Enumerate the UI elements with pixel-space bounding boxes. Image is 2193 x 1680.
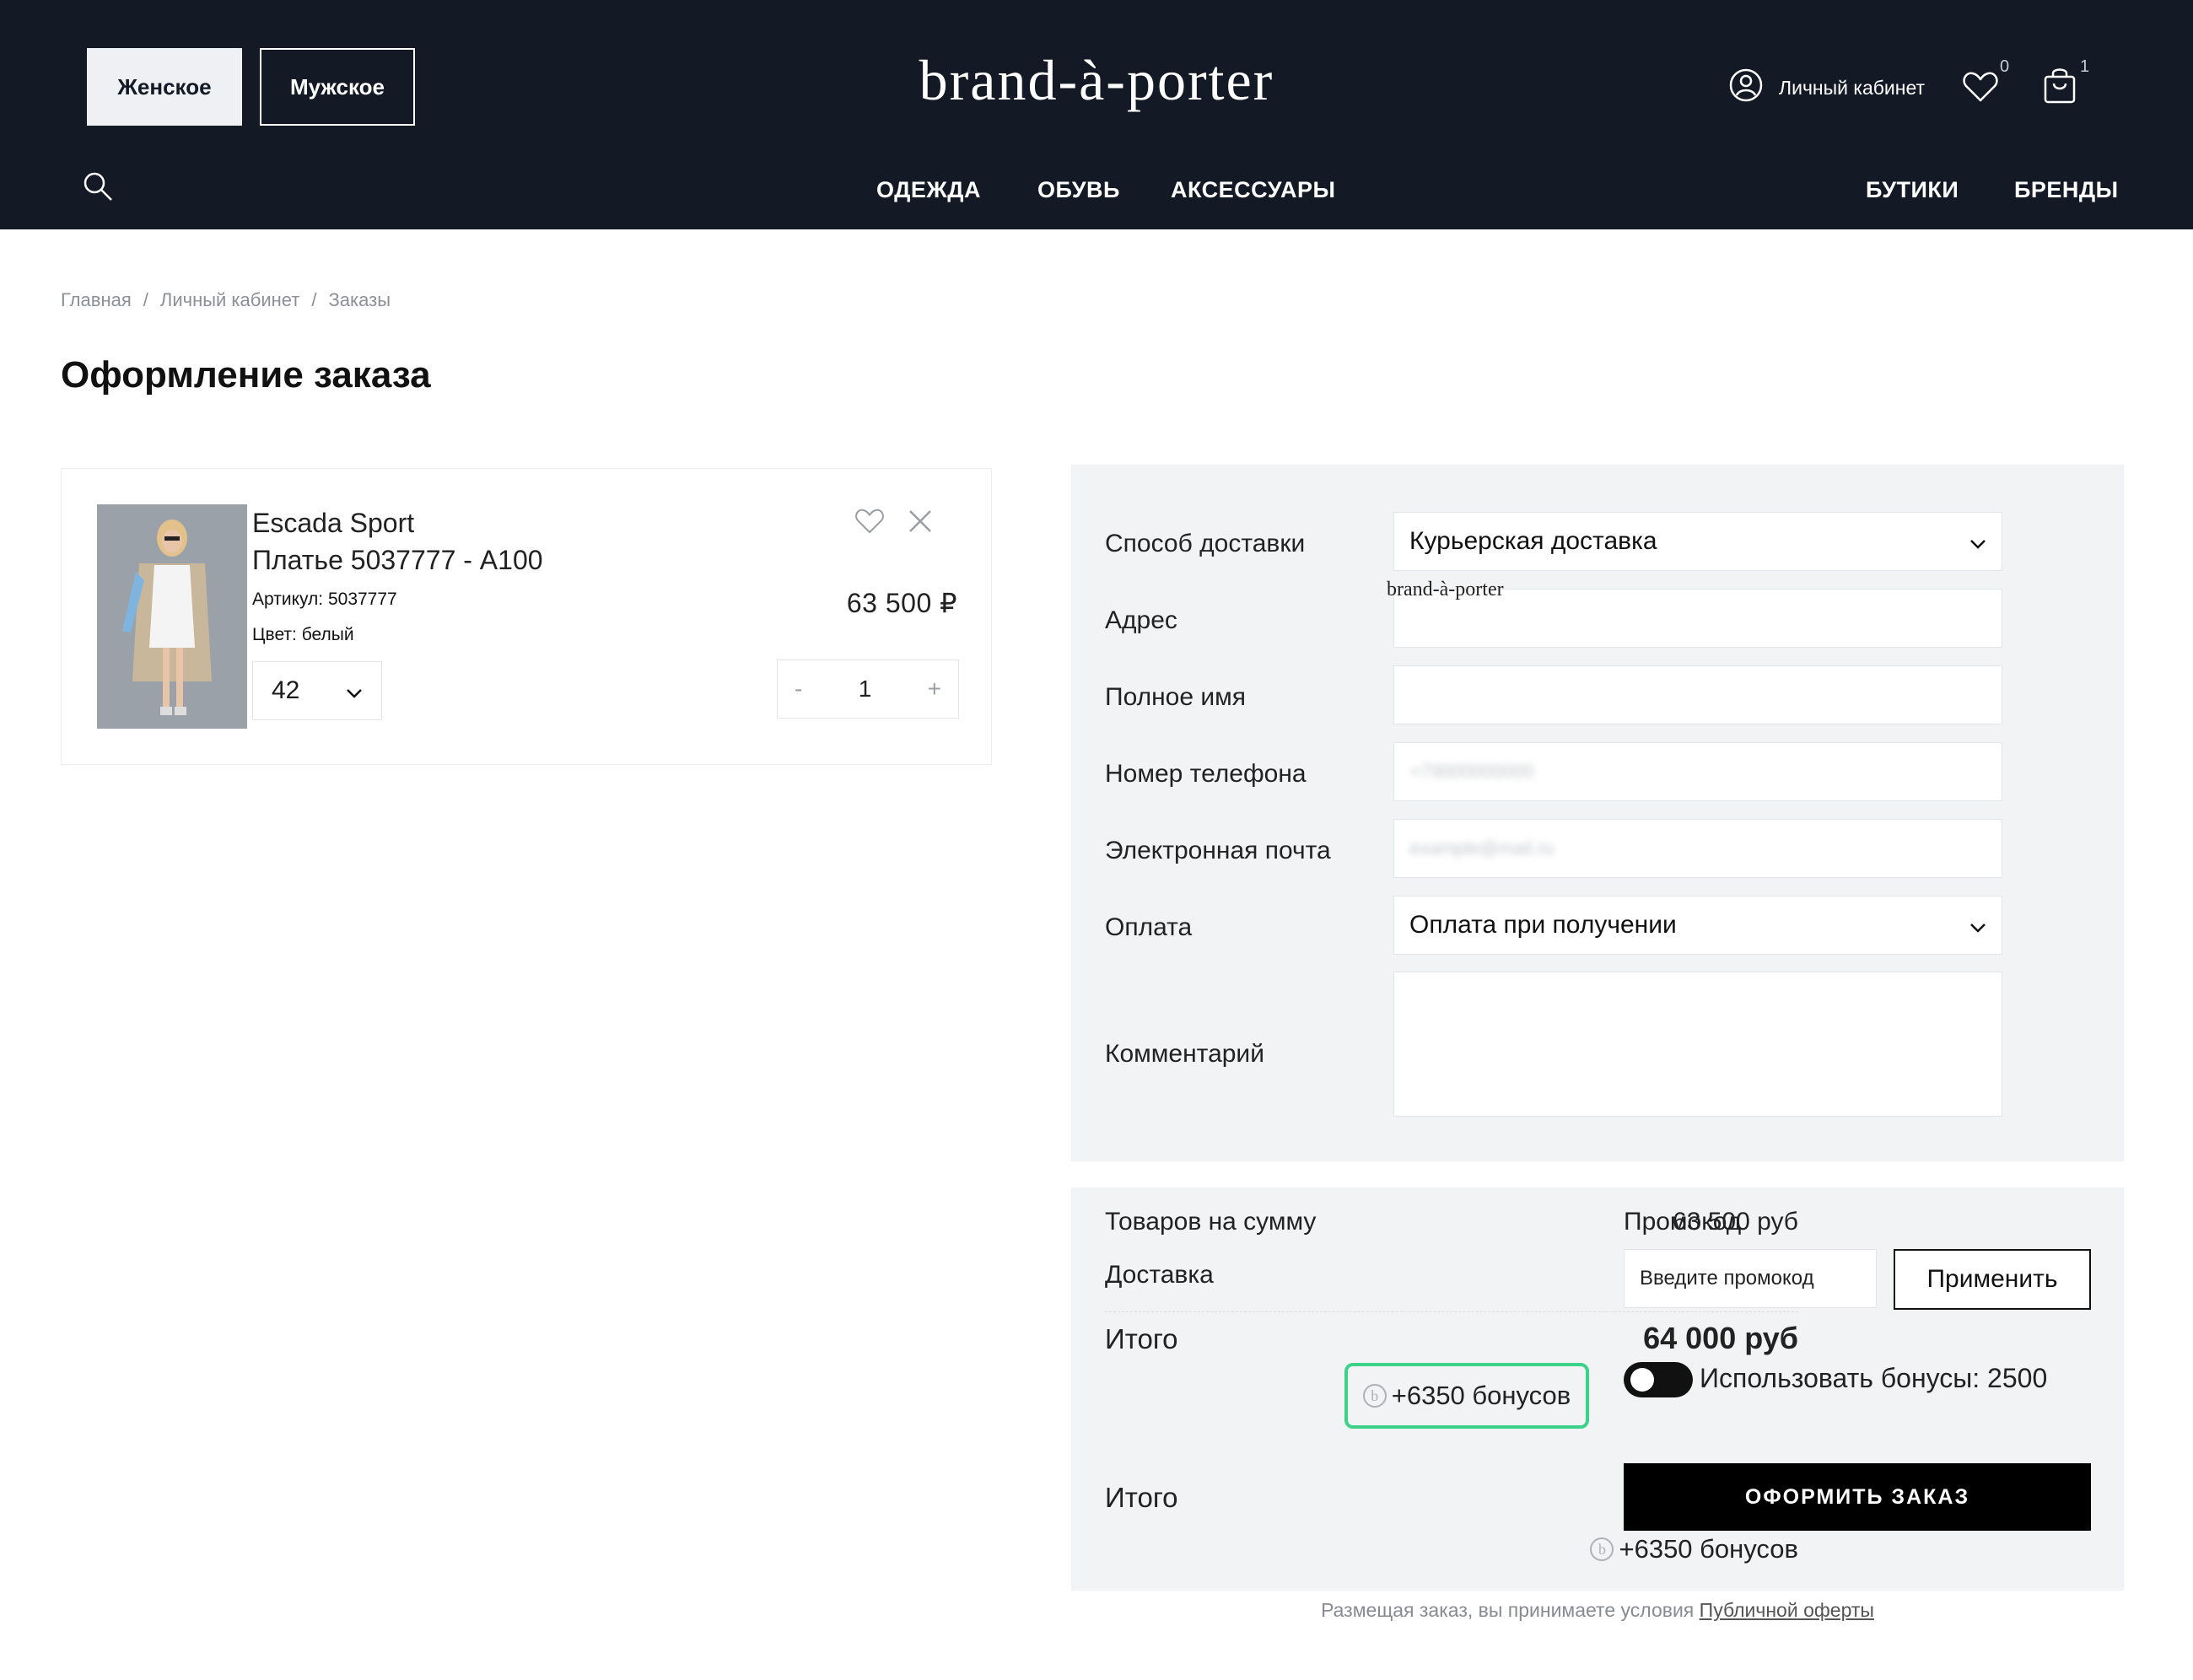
place-order-button[interactable]: ОФОРМИТЬ ЗАКАЗ [1624,1463,2091,1531]
terms-text: Размещая заказ, вы принимаете условия [1321,1599,1700,1621]
product-brand: Escada Sport [252,508,415,538]
site-header: Женское Мужское brand-à-porter Личный ка… [0,0,2193,229]
delivery-method-label: Способ доставки [1105,530,1306,557]
cart-counter: 1 [2080,57,2090,76]
order-summary: Товаров на сумму 63 500 руб Доставка 500… [1071,1187,2124,1591]
apply-promo-button[interactable]: Применить [1894,1249,2091,1310]
bonus-coin-icon: b [1590,1537,1614,1561]
breadcrumb-orders[interactable]: Заказы [329,289,391,311]
delivery-cost-label: Доставка [1105,1261,1214,1289]
payment-label: Оплата [1105,913,1193,941]
promo-label: Промокод [1624,1208,1742,1236]
wishlist-counter: 0 [2000,57,2010,76]
product-title[interactable]: Escada Sport Платье 5037777 - A100 [252,504,543,579]
promo-placeholder: Введите промокод [1640,1267,1814,1290]
nav-accessories[interactable]: АКСЕССУАРЫ [1171,177,1335,203]
payment-value: Оплата при получении [1409,911,1677,939]
checkout-form: Способ доставки Курьерская доставка Адре… [1071,465,2124,1161]
phone-label: Номер телефона [1105,760,1307,788]
heart-icon [854,509,885,538]
heart-icon [1962,72,1999,106]
phone-value: +79000000000 [1409,761,1534,782]
total-value: 64 000 руб [1643,1321,1798,1355]
product-article: Артикул: 5037777 [252,590,397,609]
quantity-stepper: - 1 + [777,660,959,719]
comment-label: Комментарий [1105,1040,1264,1068]
bonus-earned-text: +6350 бонусов [1391,1381,1571,1410]
delivery-method-value: Курьерская доставка [1409,527,1657,555]
cart-item-card: Escada Sport Платье 5037777 - A100 Артик… [61,468,992,765]
nav-brands[interactable]: БРЕНДЫ [2014,177,2119,203]
search-icon [82,172,114,206]
address-label: Адрес [1105,606,1177,634]
add-to-wishlist-button[interactable] [854,508,885,539]
final-bonus-text: +6350 бонусов [1619,1534,1798,1564]
nav-boutiques[interactable]: БУТИКИ [1866,177,1959,203]
fullname-label: Полное имя [1105,683,1246,711]
email-value: example@mail.ru [1409,837,1554,859]
size-select[interactable]: 42 [252,661,382,720]
comment-textarea[interactable] [1393,972,2002,1117]
search-button[interactable] [82,170,114,207]
breadcrumb-account[interactable]: Личный кабинет [160,289,300,311]
total-label: Итого [1105,1323,1178,1354]
chevron-down-icon [1969,911,1986,940]
breadcrumb-separator: / [143,289,148,310]
use-bonus-label: Использовать бонусы: 2500 [1700,1363,2048,1393]
nav-shoes[interactable]: ОБУВЬ [1037,177,1120,203]
floating-logo-overlay: brand-à-porter [1387,579,1504,600]
bag-icon [2043,68,2077,108]
public-offer-link[interactable]: Публичной оферты [1700,1599,1874,1621]
qty-increment-button[interactable]: + [928,676,941,703]
product-price: 63 500 ₽ [846,588,957,618]
breadcrumb-separator: / [311,289,317,310]
cart-button[interactable] [2043,66,2077,109]
promo-input[interactable]: Введите промокод [1624,1249,1877,1308]
user-icon [1728,67,1764,108]
use-bonus-toggle[interactable] [1624,1362,1693,1397]
close-icon [908,510,932,536]
product-color: Цвет: белый [252,625,354,644]
toggle-knob [1630,1368,1654,1392]
payment-select[interactable]: Оплата при получении [1393,896,2002,955]
bonus-coin-icon: b [1362,1384,1387,1408]
final-total-label: Итого [1105,1482,1178,1513]
final-bonus: b +6350 бонусов [1358,1534,1798,1564]
items-sum-label: Товаров на сумму [1105,1208,1317,1236]
account-label: Личный кабинет [1779,76,1926,99]
page-title: Оформление заказа [61,354,431,396]
wishlist-button[interactable] [1962,71,1999,107]
terms-notice: Размещая заказ, вы принимаете условия Пу… [1071,1599,2124,1622]
fullname-input[interactable] [1393,665,2002,724]
nav-clothing[interactable]: ОДЕЖДА [876,177,981,203]
account-link[interactable]: Личный кабинет [1728,67,1925,108]
breadcrumb: Главная / Личный кабинет / Заказы [61,289,391,311]
product-image[interactable] [97,504,247,729]
qty-value[interactable]: 1 [859,676,872,703]
size-value: 42 [272,676,300,704]
chevron-down-icon [346,676,363,705]
email-input[interactable]: example@mail.ru [1393,819,2002,878]
qty-decrement-button[interactable]: - [795,676,802,703]
breadcrumb-home[interactable]: Главная [61,289,132,311]
delivery-method-select[interactable]: Курьерская доставка [1393,512,2002,571]
remove-item-button[interactable] [908,509,932,537]
chevron-down-icon [1969,527,1986,556]
product-name: Платье 5037777 - A100 [252,545,543,575]
email-label: Электронная почта [1105,837,1331,864]
phone-input[interactable]: +79000000000 [1393,742,2002,801]
bonus-earned-highlight: b +6350 бонусов [1344,1363,1589,1429]
summary-divider [1105,1311,1798,1312]
